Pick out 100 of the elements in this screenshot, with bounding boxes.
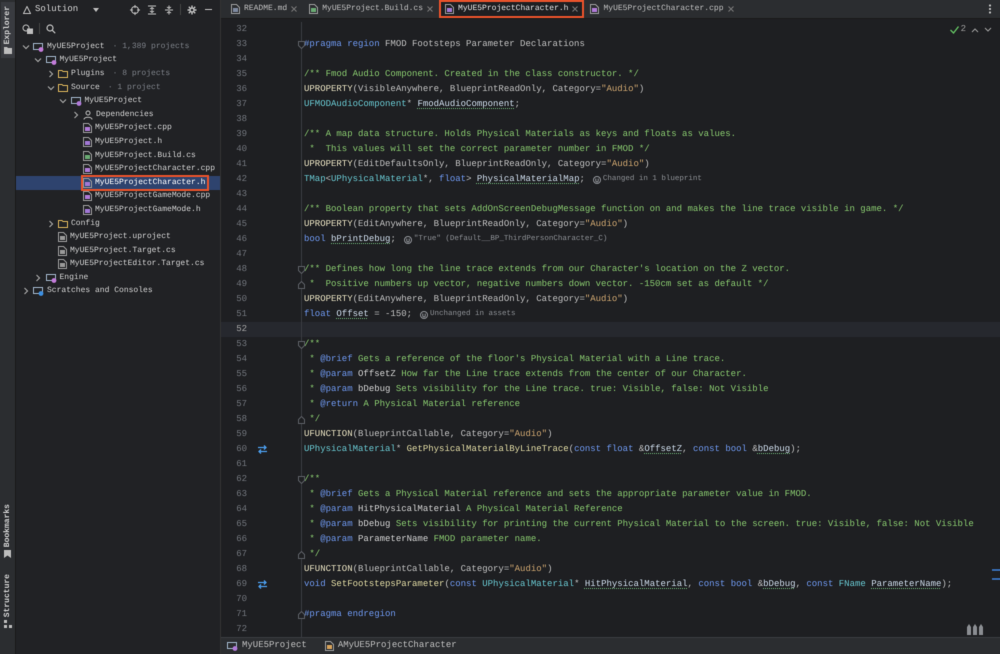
tree-item[interactable]: MyUE5Project.Target.cs xyxy=(16,244,220,258)
tree-item[interactable]: MyUE5ProjectGameMode.h xyxy=(16,203,220,217)
expand-all-icon[interactable] xyxy=(147,4,157,14)
editor-tab[interactable]: README.md xyxy=(225,0,304,18)
close-icon[interactable] xyxy=(728,6,734,12)
caret-down-icon[interactable] xyxy=(92,6,100,12)
tool-window-tab[interactable]: Bookmarks xyxy=(0,500,14,562)
project-icon xyxy=(227,641,238,651)
line-number: 56 xyxy=(235,382,247,396)
swap-arrows-icon[interactable] xyxy=(256,580,268,589)
chevron-up-icon[interactable] xyxy=(971,26,979,33)
tree-item[interactable]: Scratches and Consoles xyxy=(16,284,220,298)
tree-item[interactable]: MyUE5ProjectCharacter.h xyxy=(16,176,220,190)
close-icon[interactable] xyxy=(572,6,578,12)
collapse-all-icon[interactable] xyxy=(164,4,174,14)
item-label: Dependencies xyxy=(96,108,154,121)
item-label: Engine xyxy=(60,272,88,284)
file-icon xyxy=(83,204,92,215)
swap-arrows-icon[interactable] xyxy=(256,445,268,454)
more-icon[interactable] xyxy=(988,4,992,14)
pencils-icon[interactable] xyxy=(966,623,984,635)
search-icon[interactable] xyxy=(46,24,56,34)
code-line: /** Boolean property that sets AddOnScreenDebugMessage function on and makes the line trace visible in game. */ xyxy=(304,202,904,216)
fold-end-icon[interactable] xyxy=(298,610,305,618)
close-icon[interactable] xyxy=(291,6,298,12)
tree-item[interactable]: Engine xyxy=(16,271,220,285)
tool-window-tab[interactable]: Explorer xyxy=(0,2,14,58)
chevron-right-icon[interactable] xyxy=(72,110,80,119)
file-icon xyxy=(83,178,92,188)
code-line: UFMODAudioComponent* FmodAudioComponent; xyxy=(304,98,520,111)
crosshair-icon[interactable] xyxy=(130,4,140,14)
line-number: 32 xyxy=(235,22,247,36)
editor-tab[interactable]: MyUE5Project.Build.cs xyxy=(303,0,440,18)
code-line: */ xyxy=(308,412,320,426)
tree-item[interactable]: MyUE5ProjectCharacter.cpp xyxy=(16,162,222,176)
filter-icon[interactable] xyxy=(22,24,33,34)
fold-start-icon[interactable] xyxy=(298,40,305,48)
code-line: UPhysicalMaterial* GetPhysicalMaterialByLineTrace(const float &OffsetZ, const bool &bDebug); xyxy=(304,442,801,456)
file-icon xyxy=(445,4,454,14)
line-number: 33 xyxy=(235,38,247,51)
code-line: * @brief Gets a reference of the floor's Physical Material with a Line trace. xyxy=(308,352,726,366)
line-number: 69 xyxy=(235,578,247,591)
item-label: MyUE5ProjectCharacter.cpp xyxy=(95,163,216,176)
line-number: 40 xyxy=(235,142,247,156)
code-line: * @brief Gets a Physical Material reference and sets the appropriate parameter value in FMOD. xyxy=(308,488,812,501)
editor-tab[interactable]: MyUE5ProjectCharacter.cpp xyxy=(584,0,740,18)
file-icon xyxy=(324,641,334,651)
tree-item[interactable]: Config xyxy=(16,216,220,230)
file-icon xyxy=(309,4,318,14)
line-number: 38 xyxy=(235,112,247,126)
tree-item[interactable]: MyUE5Project.h xyxy=(16,135,220,149)
file-icon xyxy=(231,4,240,14)
fold-end-icon[interactable] xyxy=(298,280,305,288)
chevron-right-icon[interactable] xyxy=(46,70,54,78)
tree-item[interactable]: Plugins · 8 projects xyxy=(16,67,220,81)
line-number: 34 xyxy=(235,52,247,66)
line-number: 64 xyxy=(235,502,247,516)
tree-item[interactable]: MyUE5Project xyxy=(16,94,220,108)
item-label: MyUE5ProjectGameMode.h xyxy=(95,204,201,216)
code-line: UPROPERTY(VisibleAnywhere, BlueprintReadOnly, Category="Audio") xyxy=(304,82,644,96)
breadcrumb[interactable]: MyUE5Project xyxy=(227,639,307,653)
tree-item[interactable]: MyUE5Project.cpp xyxy=(16,122,220,136)
line-number: 44 xyxy=(235,202,247,216)
tree-item[interactable]: MyUE5Project.uproject xyxy=(16,230,220,244)
tree-item[interactable]: MyUE5Project.Build.cs xyxy=(16,148,220,162)
structure-icon xyxy=(4,620,12,628)
line-number: 71 xyxy=(235,608,247,621)
tree-item[interactable]: MyUE5Project xyxy=(16,54,220,68)
code-line: #pragma region FMOD Footsteps Parameter Declarations xyxy=(304,38,585,51)
chevron-down-icon[interactable] xyxy=(984,26,992,33)
item-label: MyUE5Project.h xyxy=(95,136,162,148)
tree-item[interactable]: MyUE5Project · 1,389 projects xyxy=(16,40,220,54)
code-line: UPROPERTY(EditAnywhere, BlueprintReadOnly, Category="Audio") xyxy=(304,218,628,231)
item-count: · 1 project xyxy=(108,82,161,94)
line-number: 68 xyxy=(235,562,247,576)
close-icon[interactable] xyxy=(427,6,434,12)
fold-end-icon[interactable] xyxy=(298,550,305,558)
tree-item[interactable]: MyUE5ProjectGameMode.cpp xyxy=(16,190,220,204)
fold-start-icon[interactable] xyxy=(298,266,305,274)
settings-icon[interactable] xyxy=(187,4,197,14)
line-number: 66 xyxy=(235,532,247,546)
code-line: float Offset = -150; xyxy=(304,308,412,321)
code-line: bool bPrintDebug; xyxy=(304,232,396,246)
code-line: UFUNCTION(BlueprintCallable, Category="Audio") xyxy=(304,428,552,441)
code-line: * @return A Physical Material reference xyxy=(308,398,520,411)
tree-item[interactable]: MyUE5ProjectEditor.Target.cs xyxy=(16,258,220,272)
chevron-right-icon[interactable] xyxy=(46,220,54,228)
tool-window-tab[interactable]: Structure xyxy=(0,570,14,632)
editor-tab[interactable]: MyUE5ProjectCharacter.h xyxy=(439,0,584,18)
inspection-count[interactable]: 2 xyxy=(950,23,966,36)
fold-start-icon[interactable] xyxy=(298,476,305,484)
tree-item[interactable]: Source · 1 project xyxy=(16,80,220,94)
folder-icon xyxy=(4,47,12,54)
fold-start-icon[interactable] xyxy=(298,340,305,348)
code-line: * @param bDebug Sets visibility for printing the current Physical Material to the screen. true: Visible, false: Not Visible xyxy=(308,518,974,531)
tree-item[interactable]: Dependencies xyxy=(16,108,220,122)
item-label: Scratches and Consoles xyxy=(47,285,153,298)
line-number: 45 xyxy=(235,218,247,231)
breadcrumb[interactable]: AMyUE5ProjectCharacter xyxy=(324,639,457,653)
fold-end-icon[interactable] xyxy=(298,416,305,424)
